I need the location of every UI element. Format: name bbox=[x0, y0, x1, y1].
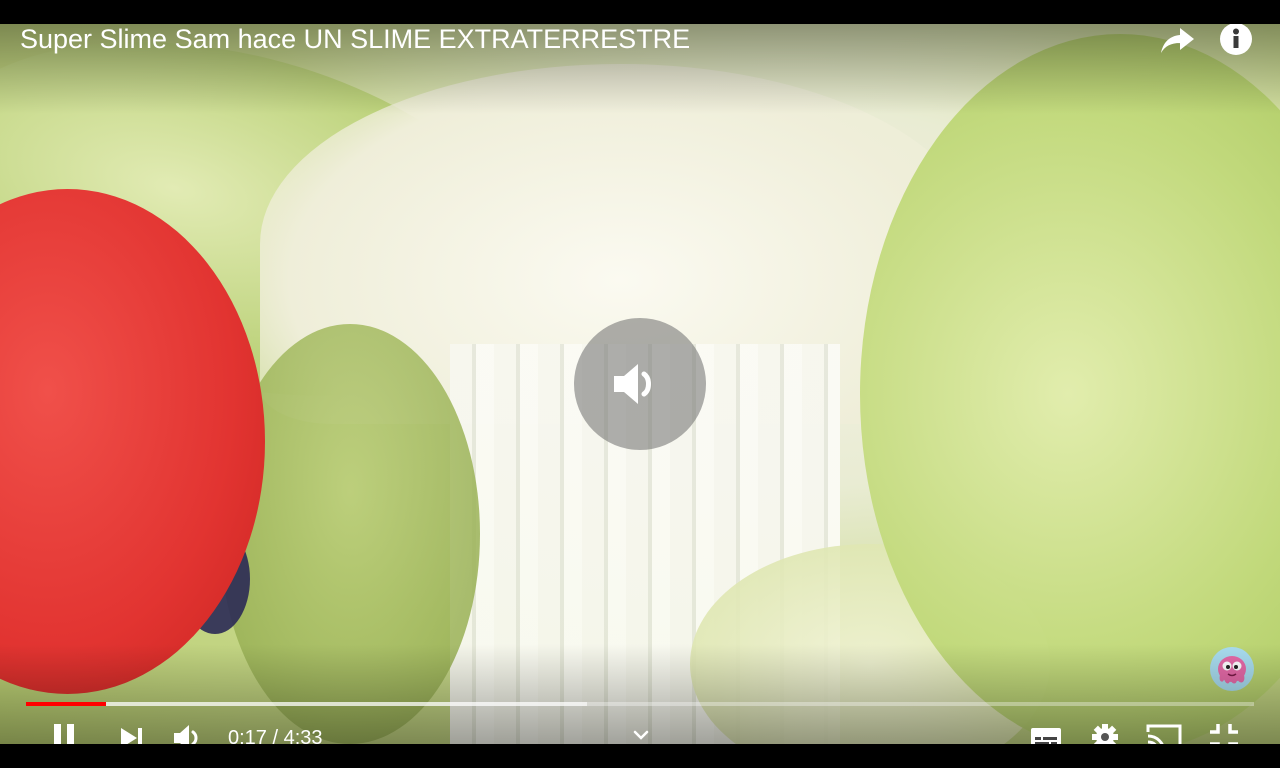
mute-button[interactable] bbox=[172, 720, 204, 744]
progress-buffered bbox=[26, 702, 588, 706]
duration: 4:33 bbox=[283, 727, 323, 744]
exit-fullscreen-icon bbox=[1210, 724, 1238, 744]
progress-bar[interactable] bbox=[26, 702, 1254, 706]
volume-icon bbox=[174, 725, 198, 744]
info-button[interactable] bbox=[1218, 24, 1254, 56]
unmute-button[interactable] bbox=[574, 318, 706, 450]
volume-icon bbox=[614, 364, 651, 404]
cast-button[interactable] bbox=[1144, 720, 1184, 744]
video-frame[interactable]: Super Slime Sam hace UN SLIME EXTRATERRE… bbox=[0, 24, 1280, 744]
expand-button[interactable] bbox=[630, 724, 652, 744]
current-time: 0:17 bbox=[228, 727, 267, 744]
exit-fullscreen-button[interactable] bbox=[1206, 720, 1242, 744]
video-title[interactable]: Super Slime Sam hace UN SLIME EXTRATERRE… bbox=[20, 24, 690, 54]
subtitles-button[interactable] bbox=[1028, 720, 1064, 744]
info-icon bbox=[1220, 24, 1252, 55]
next-button[interactable] bbox=[116, 720, 148, 744]
pause-button[interactable] bbox=[48, 720, 84, 744]
top-letterbox bbox=[0, 0, 1280, 24]
pause-icon bbox=[54, 724, 74, 744]
settings-icon bbox=[1092, 724, 1118, 744]
chevron-down-icon bbox=[633, 730, 649, 740]
share-icon bbox=[1161, 28, 1194, 53]
next-icon bbox=[121, 728, 142, 744]
progress-played bbox=[26, 702, 106, 706]
subtitles-icon bbox=[1031, 728, 1061, 744]
settings-button[interactable] bbox=[1088, 720, 1124, 744]
bottom-letterbox bbox=[0, 744, 1280, 768]
cast-icon bbox=[1146, 724, 1182, 744]
share-button[interactable] bbox=[1158, 24, 1198, 56]
time-display: 0:17 / 4:33 bbox=[228, 724, 323, 744]
